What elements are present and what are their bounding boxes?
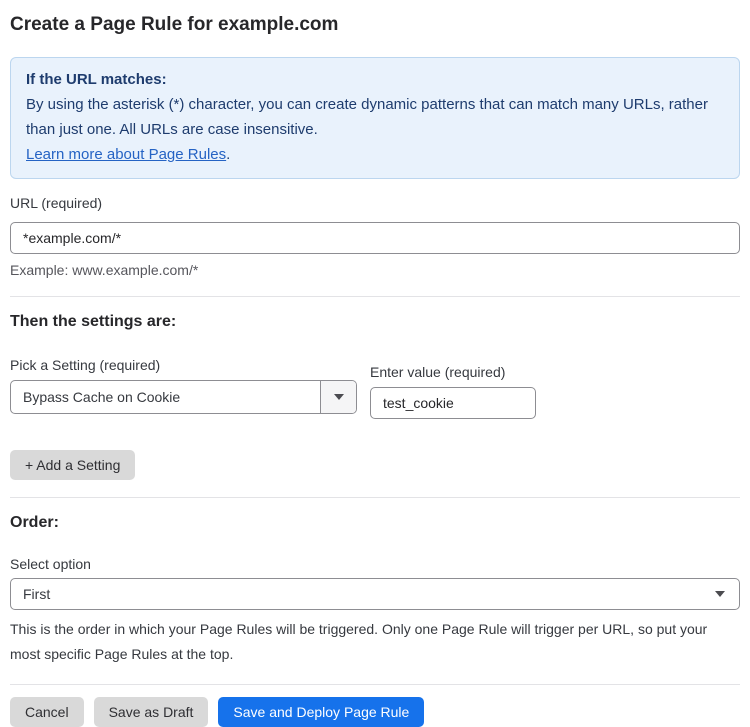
setting-value-input[interactable] <box>370 387 536 419</box>
setting-select-arrow-segment[interactable] <box>320 381 356 413</box>
order-section-heading: Order: <box>10 513 740 532</box>
pick-setting-column: Pick a Setting (required) Bypass Cache o… <box>10 358 357 419</box>
info-box-link-line: Learn more about Page Rules. <box>26 142 724 167</box>
enter-value-column: Enter value (required) <box>370 365 536 419</box>
divider <box>10 296 740 297</box>
url-example-helper: Example: www.example.com/* <box>10 261 740 279</box>
order-select[interactable]: First <box>10 578 740 610</box>
info-box-heading: If the URL matches: <box>26 67 724 92</box>
link-suffix: . <box>226 146 230 163</box>
enter-value-label: Enter value (required) <box>370 365 536 380</box>
order-select-label: Select option <box>10 557 740 572</box>
url-match-info-box: If the URL matches: By using the asteris… <box>10 57 740 179</box>
divider <box>10 684 740 685</box>
page-title: Create a Page Rule for example.com <box>10 13 740 36</box>
url-input[interactable] <box>10 222 740 254</box>
setting-select-value: Bypass Cache on Cookie <box>11 381 320 413</box>
divider <box>10 497 740 498</box>
add-setting-button[interactable]: + Add a Setting <box>10 450 135 480</box>
save-and-deploy-button[interactable]: Save and Deploy Page Rule <box>218 697 424 727</box>
pick-setting-label: Pick a Setting (required) <box>10 358 357 373</box>
chevron-down-icon <box>334 394 344 400</box>
info-box-body: By using the asterisk (*) character, you… <box>26 92 724 142</box>
order-helper-text: This is the order in which your Page Rul… <box>10 617 740 667</box>
settings-row: Pick a Setting (required) Bypass Cache o… <box>10 358 740 419</box>
setting-select[interactable]: Bypass Cache on Cookie <box>10 380 357 414</box>
settings-section-heading: Then the settings are: <box>10 312 740 331</box>
cancel-button[interactable]: Cancel <box>10 697 84 727</box>
action-button-row: Cancel Save as Draft Save and Deploy Pag… <box>10 697 740 727</box>
order-select-value: First <box>23 586 50 602</box>
chevron-down-icon <box>715 591 725 597</box>
learn-more-link[interactable]: Learn more about Page Rules <box>26 146 226 163</box>
url-label: URL (required) <box>10 196 740 211</box>
save-as-draft-button[interactable]: Save as Draft <box>94 697 209 727</box>
